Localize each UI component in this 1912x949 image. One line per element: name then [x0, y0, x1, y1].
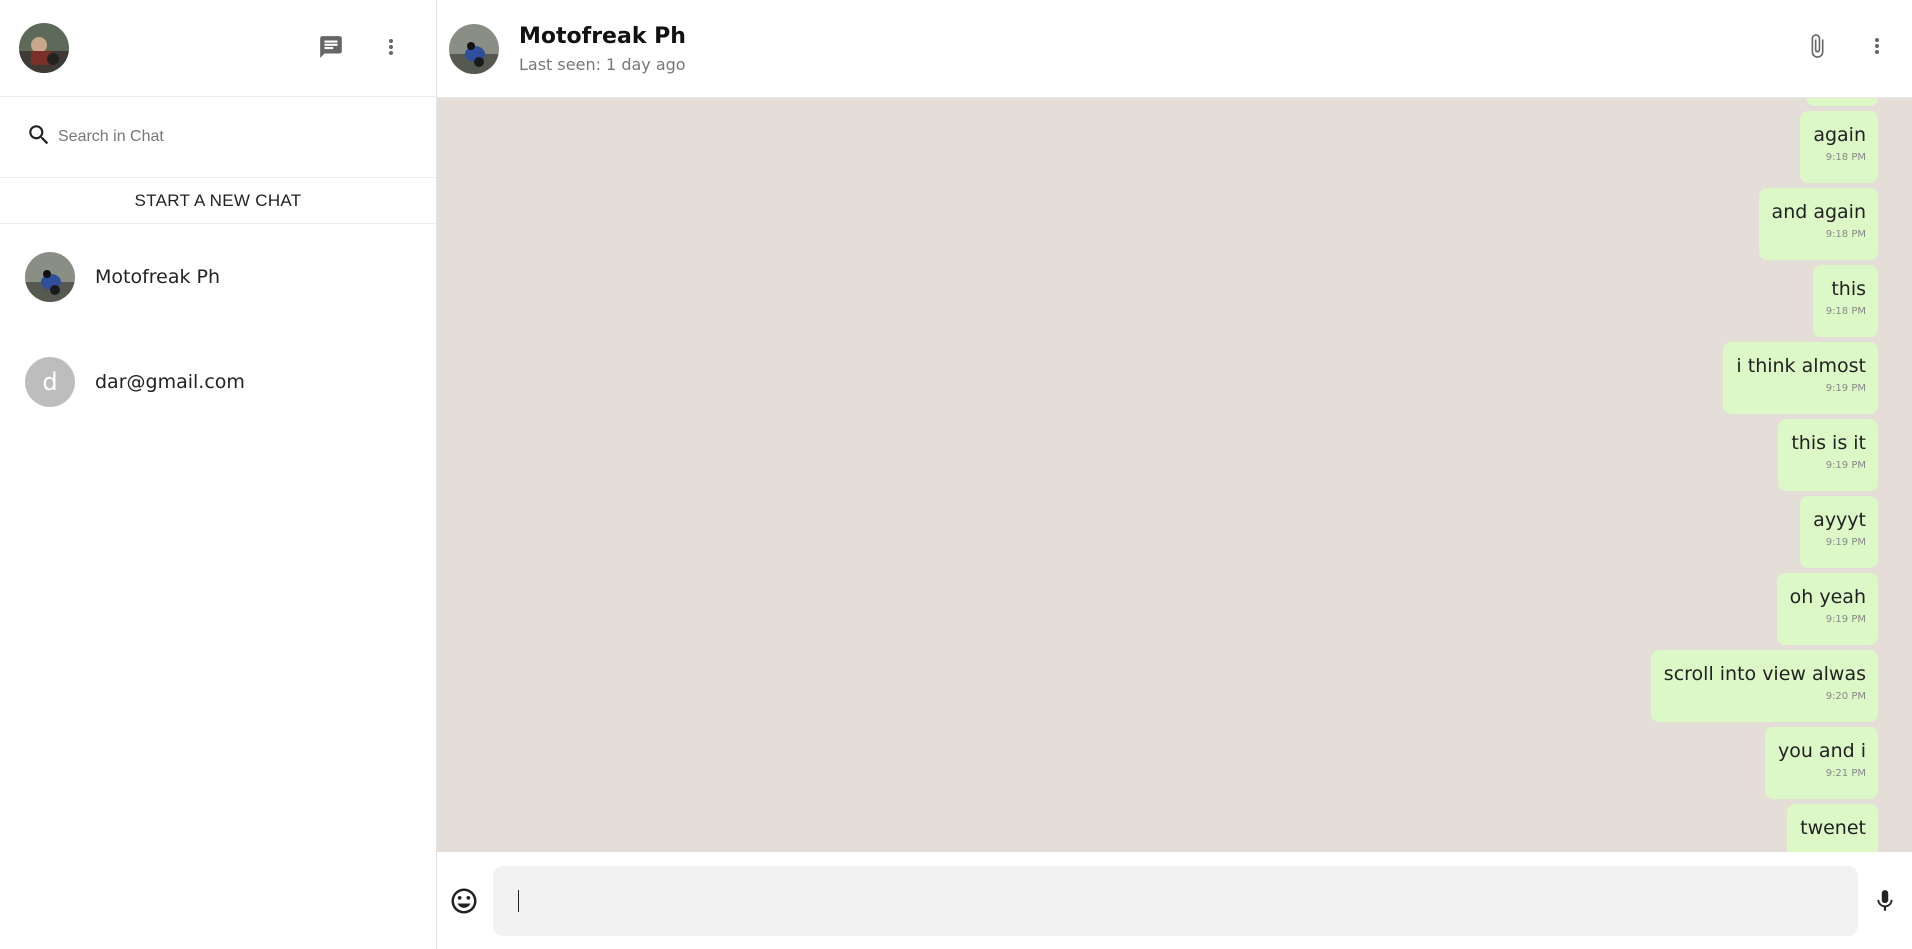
message-bubble: you and i 9:21 PM [1764, 727, 1878, 799]
user-avatar[interactable] [19, 23, 69, 73]
chat-list: Motofreak Ph d dar@gmail.com [0, 224, 436, 434]
sidebar-actions [316, 29, 406, 65]
message-bubble: i think almost 9:19 PM [1723, 342, 1878, 414]
message-field[interactable] [493, 865, 1858, 936]
app: START A NEW CHAT Motofreak Ph d dar@gmai… [0, 0, 1912, 949]
chat-header-info: Motofreak Ph Last seen: 1 day ago [519, 24, 686, 74]
message-text: i think almost [1736, 355, 1866, 377]
contact-avatar [25, 251, 75, 302]
message-text: ayyyt [1813, 509, 1866, 531]
message-text: scroll into view alwas [1663, 663, 1866, 685]
message-time: 9:18 PM [1825, 229, 1866, 240]
contact-name: dar@gmail.com [95, 370, 245, 393]
more-vert-icon[interactable] [376, 29, 406, 65]
message-bubble: twenet [1787, 804, 1878, 852]
chat-list-item[interactable]: d dar@gmail.com [0, 329, 436, 434]
message-bubble: again 9:18 PM [1800, 111, 1878, 183]
message-time: 9:20 PM [1825, 691, 1866, 702]
search-bar [0, 97, 436, 178]
message-text: you and i [1777, 740, 1866, 762]
chat-icon[interactable] [316, 29, 346, 65]
message-text: oh yeah [1789, 586, 1866, 608]
emoji-icon[interactable] [449, 883, 479, 919]
message-text: twenet [1800, 817, 1866, 839]
search-icon [26, 122, 52, 153]
message-bubble: this is it 9:19 PM [1778, 419, 1878, 491]
message-time: 9:19 PM [1825, 383, 1866, 394]
message-text: again [1813, 124, 1866, 146]
message-bubble: and again 9:18 PM [1758, 188, 1878, 260]
chat-title: Motofreak Ph [519, 23, 686, 49]
chat-panel: Motofreak Ph Last seen: 1 day ago again … [437, 0, 1912, 949]
chat-list-item[interactable]: Motofreak Ph [0, 224, 436, 329]
search-input[interactable] [58, 128, 410, 146]
chat-avatar[interactable] [449, 23, 499, 74]
message-bubble [1806, 98, 1878, 106]
message-time: 9:18 PM [1825, 306, 1866, 317]
more-vert-icon[interactable] [1862, 28, 1892, 64]
message-time: 9:19 PM [1825, 460, 1866, 471]
sidebar-header [0, 0, 436, 97]
message-text: this [1831, 278, 1866, 300]
message-bubble: ayyyt 9:19 PM [1800, 496, 1878, 568]
message-bubble: oh yeah 9:19 PM [1776, 573, 1878, 645]
message-text: this is it [1791, 432, 1866, 454]
message-input[interactable] [519, 888, 1833, 913]
message-bubble: scroll into view alwas 9:20 PM [1650, 650, 1878, 722]
message-time: 9:19 PM [1825, 614, 1866, 625]
message-area[interactable]: again 9:18 PM and again 9:18 PM this 9:1… [437, 98, 1912, 852]
composer [437, 852, 1912, 949]
message-time: 9:18 PM [1825, 152, 1866, 163]
message-time: 9:19 PM [1825, 537, 1866, 548]
message-text: and again [1771, 201, 1866, 223]
contact-name: Motofreak Ph [95, 265, 221, 288]
contact-avatar: d [25, 356, 75, 407]
last-seen: Last seen: 1 day ago [519, 54, 686, 74]
start-new-chat-button[interactable]: START A NEW CHAT [0, 178, 436, 224]
sidebar: START A NEW CHAT Motofreak Ph d dar@gmai… [0, 0, 437, 949]
message-list: again 9:18 PM and again 9:18 PM this 9:1… [1650, 98, 1878, 852]
chat-header-actions [1802, 28, 1892, 64]
mic-icon[interactable] [1870, 883, 1900, 919]
message-bubble: this 9:18 PM [1812, 265, 1878, 337]
chat-header: Motofreak Ph Last seen: 1 day ago [437, 0, 1912, 98]
attach-icon[interactable] [1802, 28, 1832, 64]
message-time: 9:21 PM [1825, 768, 1866, 779]
